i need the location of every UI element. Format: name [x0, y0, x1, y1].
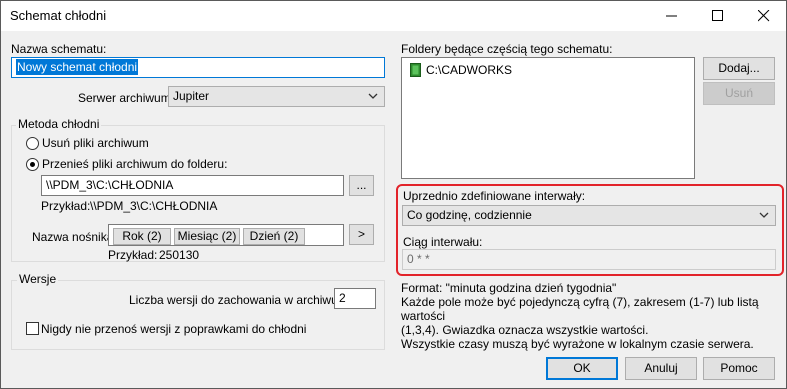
media-year-token[interactable]: Rok (2) [113, 228, 171, 245]
method-group-title: Metoda chłodni [16, 117, 102, 131]
server-label: Serwer archiwum: [78, 91, 175, 105]
scheme-name-input[interactable]: Nowy schemat chłodni [11, 57, 385, 78]
predefined-intervals-value: Co godzinę, codziennie [407, 208, 532, 222]
version-count-input[interactable]: 2 [334, 288, 376, 309]
maximize-icon [712, 10, 723, 21]
move-files-radio[interactable] [26, 158, 39, 171]
never-move-revisions-label: Nigdy nie przenoś wersji z poprawkami do… [41, 322, 307, 336]
cancel-button[interactable]: Anuluj [625, 357, 697, 380]
cold-storage-dialog: Schemat chłodni Nazwa schematu: Nowy sch… [0, 0, 787, 389]
archive-folder-input[interactable]: \\PDM_3\C:\CHŁODNIA [41, 175, 344, 196]
help-button[interactable]: Pomoc [703, 357, 775, 380]
help-line-fields: Każde pole może być pojedynczą cyfrą (7)… [401, 295, 759, 323]
title-bar: Schemat chłodni [1, 1, 786, 31]
add-folder-button[interactable]: Dodaj... [703, 57, 775, 80]
interval-string-label: Ciąg interwału: [403, 235, 483, 249]
minimize-button[interactable] [649, 1, 695, 31]
minimize-icon [666, 15, 677, 17]
versions-group [11, 280, 385, 350]
predefined-intervals-select[interactable]: Co godzinę, codziennie [402, 205, 776, 226]
media-example-value: 250130 [159, 248, 200, 262]
move-files-label: Przenieś pliki archiwum do folderu: [42, 157, 228, 171]
never-move-revisions-checkbox[interactable] [26, 322, 39, 335]
media-month-token[interactable]: Miesiąc (2) [174, 228, 240, 245]
delete-files-label: Usuń pliki archiwum [42, 136, 149, 150]
help-line-timezone: Wszystkie czasy muszą być wyrażone w lok… [401, 337, 754, 351]
media-name-label: Nazwa nośnika: [32, 230, 117, 244]
interval-string-input[interactable]: 0 * * [402, 249, 776, 270]
version-count-label: Liczba wersji do zachowania w archiwum: [129, 293, 352, 307]
interval-help-text: Format: "minuta godzina dzień tygodnia" … [401, 281, 785, 351]
vault-folder-icon [410, 63, 421, 77]
server-select[interactable]: Jupiter [168, 86, 385, 107]
chevron-down-icon [759, 212, 769, 218]
folder-example-value: \\PDM_3\C:\CHŁODNIA [90, 199, 218, 213]
media-example-label: Przykład: [108, 248, 158, 262]
folder-path: C:\CADWORKS [426, 63, 513, 77]
folders-label: Foldery będące częścią tego schematu: [401, 42, 613, 56]
archive-folder-value: \\PDM_3\C:\CHŁODNIA [46, 178, 174, 192]
close-button[interactable] [741, 1, 787, 31]
help-line-wildcard: (1,3,4). Gwiazdka oznacza wszystkie wart… [401, 323, 649, 337]
remove-folder-button[interactable]: Usuń [703, 82, 775, 105]
window-title: Schemat chłodni [10, 8, 107, 23]
close-icon [758, 10, 770, 22]
versions-group-title: Wersje [17, 272, 59, 286]
folders-list[interactable]: C:\CADWORKS [401, 57, 695, 179]
media-day-token[interactable]: Dzień (2) [243, 228, 305, 245]
delete-files-radio[interactable] [26, 137, 39, 150]
media-name-field[interactable]: Rok (2) Miesiąc (2) Dzień (2) [108, 224, 344, 246]
predefined-intervals-label: Uprzednio zdefiniowane interwały: [403, 189, 586, 203]
help-line-format: Format: "minuta godzina dzień tygodnia" [401, 281, 617, 295]
maximize-button[interactable] [695, 1, 741, 31]
ok-button[interactable]: OK [546, 357, 618, 380]
server-value: Jupiter [173, 89, 210, 103]
scheme-name-value: Nowy schemat chłodni [16, 59, 139, 75]
folder-example-label: Przykład: [41, 199, 91, 213]
browse-folder-button[interactable]: ... [349, 175, 374, 196]
media-token-menu-button[interactable]: > [349, 224, 374, 245]
interval-string-value: 0 * * [407, 252, 430, 266]
scheme-name-label: Nazwa schematu: [11, 42, 107, 56]
chevron-down-icon [368, 93, 378, 99]
version-count-value: 2 [339, 291, 346, 305]
